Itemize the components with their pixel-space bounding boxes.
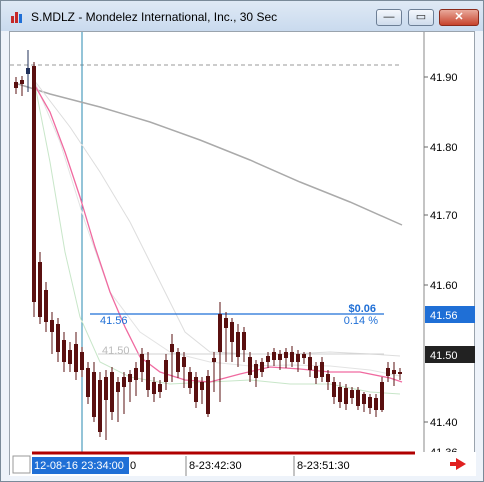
candle-body (32, 66, 36, 302)
candle-body (140, 354, 144, 372)
change-value-label: $0.06 (348, 303, 376, 315)
candle-body (134, 368, 138, 380)
candle-body (386, 368, 390, 376)
candle-body (338, 387, 342, 402)
corner-box[interactable] (12, 455, 31, 474)
candle-body (194, 377, 198, 402)
title-bar[interactable]: S.MDLZ - Mondelez International, Inc., 3… (1, 1, 483, 31)
candle-body (98, 380, 102, 432)
candle-body (158, 384, 162, 392)
candle-body (146, 360, 150, 390)
line-price-label: 41.56 (100, 315, 128, 327)
candle-body (344, 388, 348, 404)
chart-app-icon (11, 12, 22, 23)
current-price-marker-text: 41.50 (430, 350, 458, 362)
last-price-marker-text: 41.56 (430, 310, 458, 322)
candle-body (68, 350, 72, 364)
candle-body (272, 352, 276, 360)
candle-body (260, 362, 264, 372)
price-chart[interactable]: 41.56 41.50 $0.06 0.14 % 41.90 41.80 41.… (10, 32, 476, 476)
candle-body (392, 370, 396, 374)
candle-body (218, 314, 222, 352)
candle-body (332, 382, 336, 397)
minimize-button[interactable]: — (376, 9, 402, 26)
candle-body (284, 352, 288, 358)
candle-body (200, 382, 204, 390)
candle-body (356, 390, 360, 406)
minimize-icon: — (383, 11, 395, 23)
candle-body (176, 352, 180, 372)
candle-body (398, 372, 402, 374)
candle-body (110, 372, 114, 412)
time-label: 0 (130, 460, 136, 472)
close-button[interactable]: ✕ (439, 9, 479, 26)
candle-body (290, 352, 294, 362)
cursor-time-label: 12-08-16 23:34:00 (34, 460, 124, 472)
candle-body (128, 374, 132, 382)
candle-body (62, 340, 66, 362)
price-tick: 41.40 (430, 417, 458, 429)
candle-body (362, 394, 366, 404)
candle-body (182, 357, 186, 367)
candle-body (320, 362, 324, 377)
candle-body (230, 322, 234, 342)
candle-body (152, 382, 156, 394)
window-title: S.MDLZ - Mondelez International, Inc., 3… (31, 10, 278, 24)
candle-body (74, 344, 78, 372)
candle-body (236, 332, 240, 357)
candle-body (14, 82, 18, 88)
price-tick: 41.60 (430, 280, 458, 292)
chart-area[interactable]: 41.56 41.50 $0.06 0.14 % 41.90 41.80 41.… (9, 31, 476, 476)
candle-body (20, 80, 24, 84)
candle-body (170, 344, 174, 352)
candle-body (380, 382, 384, 410)
candle-body (374, 398, 378, 410)
candle-body (206, 376, 210, 414)
ghost-price-label: 41.50 (102, 345, 130, 357)
candle-body (278, 354, 282, 360)
candle-body (224, 318, 228, 328)
candle-body (212, 358, 216, 362)
candle-body (104, 377, 108, 400)
price-tick: 41.80 (430, 142, 458, 154)
candle-body (368, 397, 372, 408)
price-axis: 41.90 41.80 41.70 41.60 41.40 41.36 (424, 72, 458, 459)
candle-body (164, 360, 168, 382)
candle-body (302, 354, 306, 358)
candle-body (92, 372, 96, 417)
price-tick: 41.70 (430, 210, 458, 222)
candle-body (26, 68, 30, 74)
candle-body (122, 377, 126, 387)
candle-body (254, 364, 258, 378)
candle-body (242, 332, 246, 350)
time-label: 8-23:51:30 (297, 460, 350, 472)
change-percent-label: 0.14 % (344, 315, 378, 327)
candle-body (350, 390, 354, 398)
maximize-icon: ▭ (415, 11, 427, 23)
candle-body (116, 382, 120, 392)
candle-body (50, 320, 54, 332)
candle-body (308, 357, 312, 370)
candle-body (266, 356, 270, 362)
price-tick: 41.90 (430, 72, 458, 84)
close-icon: ✕ (454, 11, 464, 23)
plot-region[interactable] (10, 32, 424, 452)
candle-body (44, 290, 48, 322)
candle-body (296, 354, 300, 362)
candle-body (86, 368, 90, 397)
candle-body (326, 374, 330, 382)
candle-body (80, 352, 84, 370)
candle-body (248, 357, 252, 375)
candle-body (314, 366, 318, 378)
chart-window: S.MDLZ - Mondelez International, Inc., 3… (0, 0, 484, 482)
candle-body (188, 372, 192, 388)
candle-body (56, 324, 60, 352)
time-label: 8-23:42:30 (189, 460, 242, 472)
candle-body (38, 262, 42, 317)
maximize-button[interactable]: ▭ (408, 9, 434, 26)
